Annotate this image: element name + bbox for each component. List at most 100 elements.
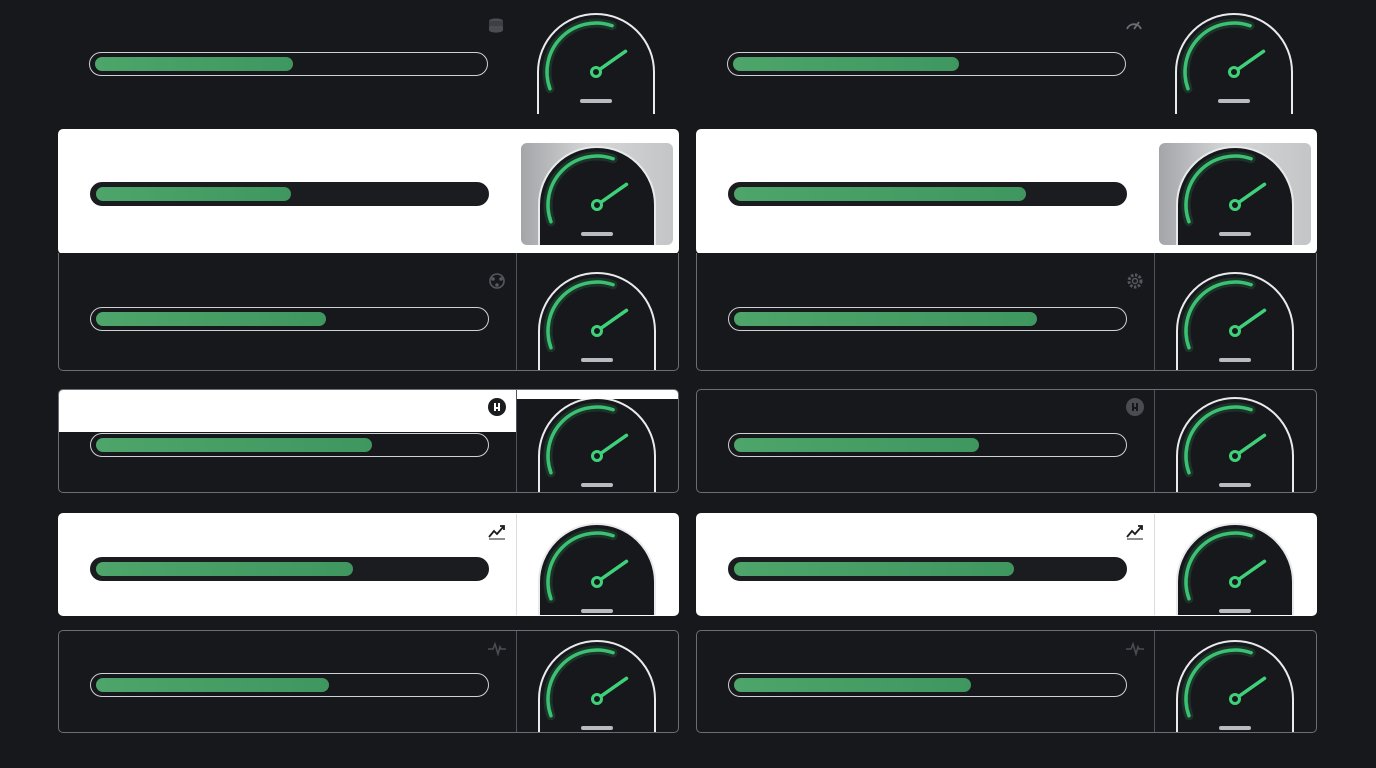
speed-gauge [537,13,655,114]
meter-card-r3c1 [696,389,1317,493]
gauge-hub [1229,450,1241,462]
meter-card-r4c1 [696,513,1317,616]
gauge-dial [1176,272,1294,370]
speed-gauge [538,523,656,615]
level-bar [90,182,489,206]
divider [1154,390,1155,492]
gauge-hub [1229,325,1241,337]
level-bar [728,433,1127,457]
gauge-hub [591,693,603,705]
gauge-panel [1159,143,1311,245]
gauge-dial [538,523,656,615]
gauge-readout-pill [1219,232,1251,236]
level-bar-fill [734,438,980,452]
speed-gauge [1176,397,1294,492]
level-bar [728,673,1127,697]
gauge-hub [1228,66,1240,78]
level-bar [728,307,1127,331]
level-bar-fill [96,438,373,452]
gauge-readout-pill [1219,483,1251,487]
level-bar [90,433,489,457]
speed-gauge [538,146,656,245]
gauge-hub [1229,576,1241,588]
level-bar-fill [96,312,326,326]
meter-card-r2c1 [696,253,1317,371]
speed-gauge [538,272,656,370]
gauge-readout-pill [1218,99,1250,103]
meter-card-r2c0 [58,253,679,371]
speed-gauge [1175,13,1293,114]
gauge-panel [521,143,673,245]
coins-icon [489,18,503,33]
level-bar [89,52,488,76]
meter-card-r1c0 [58,129,679,254]
gauge-readout-pill [580,99,612,103]
arm-flex-icon [1126,398,1144,416]
meter-card-r1c1 [696,129,1317,254]
trend-up-icon [488,525,505,540]
heartbeat-icon [488,641,506,657]
gauge-readout-pill [581,483,613,487]
meter-card-r5c1 [696,630,1317,733]
trend-up-icon [1126,525,1143,540]
gauge-readout-pill [1219,358,1251,362]
gauge-hub [1229,693,1241,705]
gauge-dial [1176,397,1294,492]
gauge-readout-pill [581,609,613,613]
level-bar [90,673,489,697]
divider [516,514,517,615]
divider [516,253,517,370]
speed-gauge [538,397,656,492]
gauge-hub [591,325,603,337]
level-bar-fill [96,187,291,201]
divider [516,631,517,732]
divider [516,390,517,492]
level-bar-fill [734,312,1038,326]
arm-flex-icon [488,398,506,416]
meter-card-r0c1 [696,8,1317,118]
level-bar-fill [734,678,972,692]
divider [1154,631,1155,732]
level-bar-fill [733,57,959,71]
speed-gauge [1176,146,1294,245]
gauge-dial [1176,146,1294,245]
speedometer-icon [1126,21,1142,30]
level-bar-fill [95,57,294,71]
speed-gauge [1176,272,1294,370]
gauge-dial [538,640,656,732]
level-bar [90,557,489,581]
gauge-dial [538,272,656,370]
gauge-readout-pill [581,358,613,362]
meter-card-r0c0 [58,8,679,118]
meter-card-r5c0 [58,630,679,733]
gauge-readout-pill [1219,726,1251,730]
level-bar-fill [734,187,1026,201]
gauge-dial [1176,640,1294,732]
level-bar-fill [734,562,1015,576]
gauge-dial [1176,523,1294,615]
level-bar [728,557,1127,581]
gauge-dial [538,146,656,245]
speed-gauge [538,640,656,732]
gauge-dial [538,397,656,492]
gauge-hub [591,450,603,462]
meter-card-r3c0 [58,389,679,493]
gauge-hub [591,199,603,211]
network-cycle-icon [489,273,505,289]
speed-gauge [1176,640,1294,732]
gauge-hub [1229,199,1241,211]
level-bar-fill [96,562,353,576]
divider [1154,514,1155,615]
gauge-readout-pill [1219,609,1251,613]
level-bar [728,182,1127,206]
gauge-readout-pill [581,726,613,730]
meter-card-r4c0 [58,513,679,616]
level-bar-fill [96,678,330,692]
gauge-hub [591,576,603,588]
heartbeat-icon [1126,641,1144,657]
gear-icon [1127,273,1143,289]
gauge-hub [590,66,602,78]
divider [1154,253,1155,370]
gauge-readout-pill [581,232,613,236]
level-bar [90,307,489,331]
